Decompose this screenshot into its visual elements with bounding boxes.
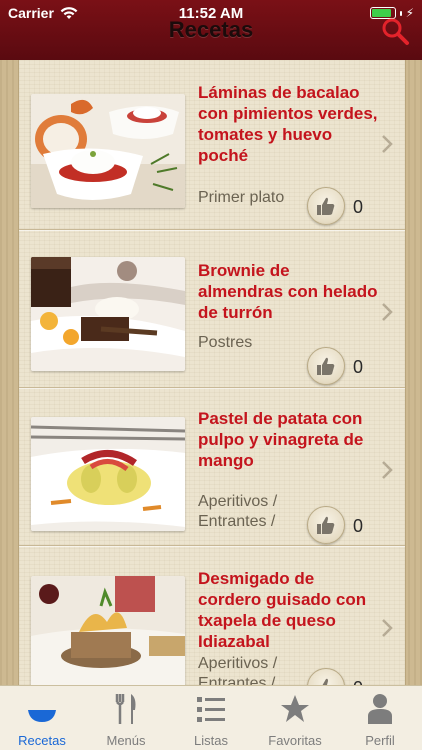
like-button[interactable] xyxy=(307,506,345,544)
tab-label: Perfil xyxy=(365,733,395,748)
recipe-category: Aperitivos / Entrantes / Tapas xyxy=(198,655,278,685)
chevron-right-icon xyxy=(382,461,393,479)
fork-knife-icon xyxy=(115,694,136,724)
like-count: 0 xyxy=(353,357,364,377)
page-title: Recetas xyxy=(168,17,254,42)
tab-label: Recetas xyxy=(18,733,66,748)
tab-menus[interactable]: Menús xyxy=(84,686,168,750)
like-button[interactable] xyxy=(307,187,345,225)
recipe-category: Postres xyxy=(198,334,253,351)
recipe-title[interactable]: Pastel de patata con pulpo y vinagreta d… xyxy=(198,408,378,471)
like-count: 0 xyxy=(353,516,364,536)
recipe-category: Aperitivos / Entrantes / Tapas xyxy=(198,493,278,530)
like-count: 0 xyxy=(353,197,364,217)
tab-bar: Recetas Menús Listas Favoritas Perfil xyxy=(0,685,422,750)
chevron-right-icon xyxy=(382,303,393,321)
tab-listas[interactable]: Listas xyxy=(169,686,253,750)
recipe-category: Primer plato xyxy=(198,189,285,206)
recipe-list[interactable]: Láminas de bacalao con pimientos verdes,… xyxy=(18,60,406,685)
recipe-row[interactable]: Desmigado de cordero guisado con txapela… xyxy=(19,546,405,685)
tab-label: Menús xyxy=(106,733,146,748)
like-button[interactable] xyxy=(307,668,345,685)
like-count: 0 xyxy=(353,677,363,685)
recipe-photo-brownie xyxy=(31,257,185,371)
recipe-row[interactable]: Pastel de patata con pulpo y vinagreta d… xyxy=(19,388,405,546)
star-icon xyxy=(281,695,309,722)
chevron-right-icon xyxy=(382,619,393,637)
recipe-list-area: Láminas de bacalao con pimientos verdes,… xyxy=(0,60,422,685)
tab-favoritas[interactable]: Favoritas xyxy=(253,686,337,750)
list-icon xyxy=(197,697,225,722)
thumbs-up-icon xyxy=(317,516,335,534)
recipe-photo-pastel-patata xyxy=(31,417,185,531)
navigation-header: Carrier 11:52 AM ⚡ Recetas xyxy=(0,0,422,60)
recipe-title[interactable]: Desmigado de cordero guisado con txapela… xyxy=(198,568,378,652)
recipe-photo-bacalao xyxy=(31,94,185,208)
thumbs-up-icon xyxy=(317,357,335,375)
recipe-row[interactable]: Brownie de almendras con helado de turró… xyxy=(19,230,405,388)
thumbs-up-icon xyxy=(317,197,335,215)
tab-recetas[interactable]: Recetas xyxy=(0,686,84,750)
tab-label: Favoritas xyxy=(268,733,322,748)
chevron-right-icon xyxy=(382,135,393,153)
recipe-title[interactable]: Láminas de bacalao con pimientos verdes,… xyxy=(198,82,378,166)
like-button[interactable] xyxy=(307,347,345,385)
search-icon[interactable] xyxy=(380,16,410,46)
person-icon xyxy=(368,694,392,724)
recipe-row[interactable]: Láminas de bacalao con pimientos verdes,… xyxy=(19,72,405,230)
tab-perfil[interactable]: Perfil xyxy=(338,686,422,750)
thumbs-up-icon xyxy=(322,678,333,685)
recipe-photo-cordero xyxy=(31,576,185,685)
tab-label: Listas xyxy=(194,733,228,748)
bowl-icon xyxy=(28,710,56,722)
recipe-title[interactable]: Brownie de almendras con helado de turró… xyxy=(198,260,378,323)
